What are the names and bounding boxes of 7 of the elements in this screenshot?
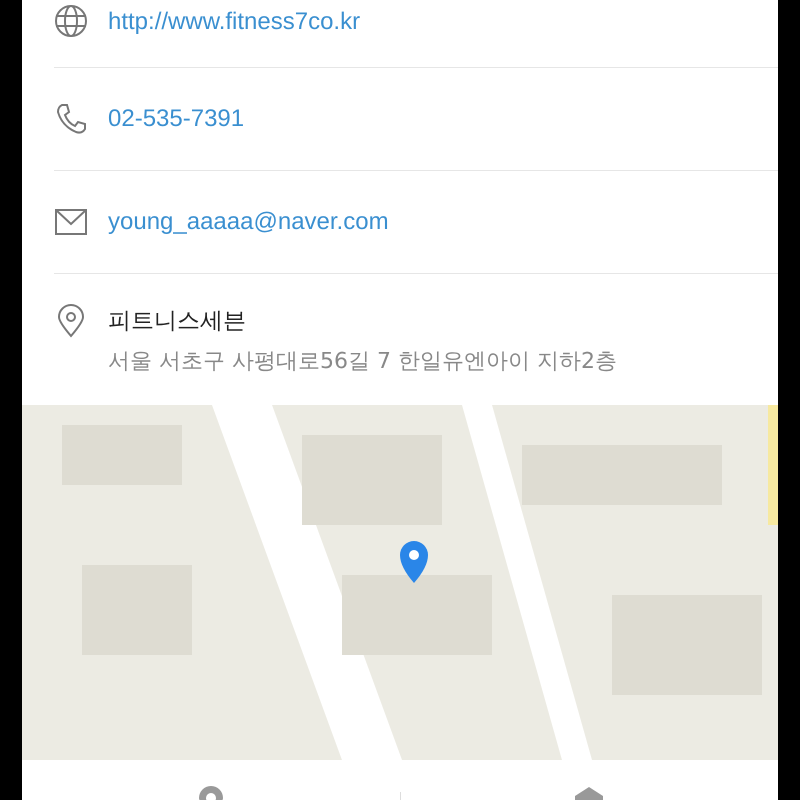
globe-icon	[54, 4, 88, 38]
email-link[interactable]: young_aaaaa@naver.com	[108, 204, 389, 240]
phone-icon	[54, 102, 88, 136]
place-address: 서울 서초구 사평대로56길 7 한일유엔아이 지하2층	[108, 348, 617, 376]
website-link[interactable]: http://www.fitness7co.kr	[108, 4, 360, 40]
phone-link[interactable]: 02-535-7391	[108, 101, 244, 137]
place-name: 피트니스세븐	[108, 307, 247, 336]
